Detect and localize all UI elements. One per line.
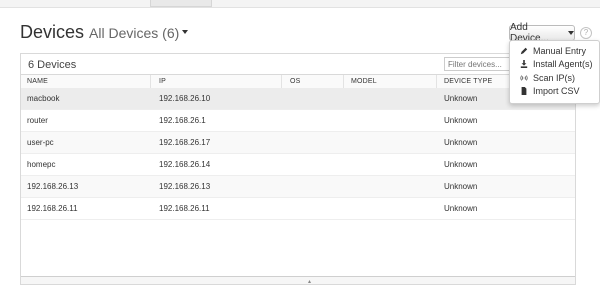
table-row[interactable]: 192.168.26.13 192.168.26.13 Unknown [21,176,575,198]
cell-device-type: Unknown [444,116,478,125]
column-header-model[interactable]: MODEL [351,78,377,85]
cell-ip: 192.168.26.13 [159,182,211,191]
scan-icon [520,75,528,81]
cell-name: 192.168.26.11 [27,204,78,213]
menu-item-label: Install Agent(s) [533,59,593,70]
device-rows: macbook 192.168.26.10 Unknown router 192… [21,88,575,220]
menu-item-label: Scan IP(s) [533,72,576,83]
table-row[interactable]: macbook 192.168.26.10 Unknown [21,88,575,110]
column-header-ip[interactable]: IP [159,78,166,85]
menu-item-label: Manual Entry [533,45,587,56]
column-header-os[interactable]: OS [290,78,301,85]
page-header: Devices All Devices (6) [20,22,189,46]
chevron-down-icon [182,30,189,35]
help-glyph: ? [583,28,589,37]
device-count: 6 Devices [28,59,77,71]
pencil-icon [520,47,528,54]
add-device-button[interactable]: Add Device... [509,22,575,44]
cell-name: macbook [27,94,60,103]
cell-device-type: Unknown [444,94,478,103]
device-group-label: All Devices (6) [89,25,180,41]
column-divider [281,75,282,88]
cell-name: router [27,116,48,125]
menu-item-manual-entry[interactable]: Manual Entry [510,44,599,58]
file-icon [521,87,527,96]
table-row[interactable]: homepc 192.168.26.14 Unknown [21,154,575,176]
table-row[interactable]: router 192.168.26.1 Unknown [21,110,575,132]
cell-ip: 192.168.26.1 [159,116,206,125]
menu-item-install-agents[interactable]: Install Agent(s) [510,58,599,72]
cell-ip: 192.168.26.10 [159,94,211,103]
column-header-name[interactable]: NAME [27,78,48,85]
cell-ip: 192.168.26.17 [159,138,211,147]
column-divider [343,75,344,88]
chevron-down-icon [568,31,574,35]
cell-ip: 192.168.26.11 [159,204,210,213]
cell-name: homepc [27,160,56,169]
top-tab[interactable] [150,0,212,7]
filter-input[interactable] [444,57,514,71]
table-row[interactable]: 192.168.26.11 192.168.26.11 Unknown [21,198,575,220]
resize-handle[interactable]: ▴ [21,276,575,285]
table-header: NAME IP OS MODEL DEVICE TYPE [21,74,575,89]
help-icon[interactable]: ? [580,27,592,39]
top-strip [0,0,600,8]
download-icon [520,60,528,69]
menu-item-label: Import CSV [533,86,580,97]
device-group-selector[interactable]: All Devices (6) [89,25,189,41]
page-title: Devices [20,22,85,42]
add-device-menu: Manual Entry Install Agent(s) Scan IP(s)… [509,40,600,104]
cell-device-type: Unknown [444,160,478,169]
table-row[interactable]: user-pc 192.168.26.17 Unknown [21,132,575,154]
column-header-device-type[interactable]: DEVICE TYPE [444,78,492,85]
cell-device-type: Unknown [444,182,478,191]
cell-ip: 192.168.26.14 [159,160,211,169]
cell-name: user-pc [27,138,54,147]
column-divider [150,75,151,88]
cell-device-type: Unknown [444,204,478,213]
grip-icon: ▴ [308,279,312,285]
devices-panel: 6 Devices NAME IP OS MODEL DEVICE TYPE m… [20,53,576,285]
cell-name: 192.168.26.13 [27,182,79,191]
column-divider [436,75,437,88]
cell-device-type: Unknown [444,138,478,147]
menu-item-import-csv[interactable]: Import CSV [510,85,599,99]
menu-item-scan-ips[interactable]: Scan IP(s) [510,71,599,85]
